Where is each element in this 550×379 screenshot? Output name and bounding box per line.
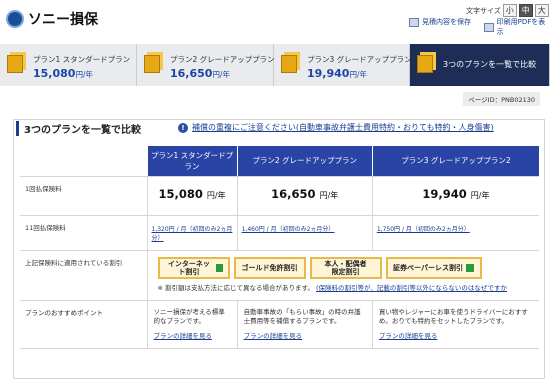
- tab-plan1-price: 15,080円/年: [33, 67, 93, 80]
- table-row: プランのおすすめポイント ソニー損保が考える標準的なプランです。 プランの詳細を見…: [20, 300, 539, 349]
- discount-label: 上記保険料に適用されている割引: [20, 250, 147, 301]
- recommend-text: 買い物やレジャーにお車を使うドライバーにおすすめ。おりても特約をセットしたプラン…: [373, 301, 539, 348]
- overlap-notice-text: 補償の重複にご注意ください(自動車事故弁護士費用特約・おりても特約・人身傷害): [192, 123, 494, 132]
- monthly-link[interactable]: 1,460円 / 月（初回のみ2ヵ月分）: [238, 216, 372, 241]
- annual-label: 1回払保険料: [20, 176, 147, 216]
- tab-plan2[interactable]: プラン2 グレードアッププラン 16,650円/年: [137, 44, 275, 86]
- recommend-text: 自動車事故の「もらい事故」の時の弁護士費用等を補償するプランです。 プランの詳細を…: [238, 301, 372, 348]
- save-quote-link[interactable]: 見積内容を保存: [409, 17, 471, 27]
- col-plan2: プラン2 グレードアッププラン: [236, 146, 373, 177]
- info-icon: !: [178, 122, 188, 133]
- print-icon: [484, 22, 494, 32]
- table-row: 1回払保険料 15,080 円/年 16,650 円/年 19,940 円/年: [20, 176, 539, 216]
- section-title: 3つのプランを一覧で比較: [16, 121, 141, 136]
- plan-detail-link[interactable]: プランの詳細を見る: [154, 332, 231, 341]
- site-header: ソニー損保 文字サイズ 小 中 大 見積内容を保存 印刷用PDFを表示: [0, 0, 550, 44]
- col-plan1: プラン1 スタンダードプラン: [146, 146, 238, 177]
- tab-plan3-price: 19,940円/年: [307, 67, 367, 80]
- tab-plan2-name: プラン2 グレードアッププラン: [170, 55, 275, 64]
- monthly-link[interactable]: 1,750円 / 月（初回のみ2ヵ月分）: [373, 216, 539, 241]
- tab-plan1[interactable]: プラン1 スタンダードプラン 15,080円/年: [0, 44, 137, 86]
- header-blank: [20, 146, 147, 177]
- font-size-medium-button[interactable]: 中: [518, 4, 533, 17]
- annual-price: 19,940 円/年: [422, 186, 490, 201]
- font-size-switcher: 文字サイズ 小 中 大: [466, 4, 549, 17]
- annual-price: 16,650 円/年: [271, 186, 339, 201]
- recommend-label: プランのおすすめポイント: [20, 300, 147, 349]
- font-size-small-button[interactable]: 小: [502, 4, 517, 17]
- eco-icon: [216, 263, 223, 272]
- compare-table: プラン1 スタンダードプラン プラン2 グレードアッププラン プラン3 グレード…: [20, 146, 539, 349]
- discount-badge: ゴールド免許割引: [233, 256, 306, 279]
- plan-detail-link[interactable]: プランの詳細を見る: [379, 332, 533, 341]
- document-icon: [417, 55, 433, 73]
- discount-badge: 証券ペーパーレス割引: [385, 256, 482, 279]
- eco-icon: [465, 263, 474, 272]
- overlap-notice-link[interactable]: ! 補償の重複にご注意ください(自動車事故弁護士費用特約・おりても特約・人身傷害…: [178, 122, 494, 133]
- print-pdf-link[interactable]: 印刷用PDFを表示: [484, 17, 550, 37]
- tab-plan3[interactable]: プラン3 グレードアッププラン2 19,940円/年: [274, 44, 416, 86]
- recommend-text: ソニー損保が考える標準的なプランです。 プランの詳細を見る: [148, 301, 237, 348]
- tab-plan1-name: プラン1 スタンダードプラン: [33, 55, 131, 64]
- logo-mark-icon: [6, 10, 24, 28]
- save-quote-label: 見積内容を保存: [422, 18, 471, 26]
- discount-badge: 本人・配偶者 限定割引: [309, 256, 382, 279]
- discount-faq-link[interactable]: (保険料の割引等が、記載の割引等以外にならないのはなぜですか: [316, 284, 507, 292]
- tab-plan2-price: 16,650円/年: [170, 67, 230, 80]
- col-plan3: プラン3 グレードアッププラン2: [371, 146, 539, 177]
- document-icon: [144, 55, 160, 73]
- tab-plan3-name: プラン3 グレードアッププラン2: [307, 55, 417, 64]
- discount-note: ※ 割引額は支払方法に応じて異なる場合があります。 (保険料の割引等が、記載の割…: [157, 283, 508, 292]
- tab-compare[interactable]: 3つのプランを一覧で比較: [410, 44, 550, 86]
- font-size-large-button[interactable]: 大: [534, 4, 549, 17]
- document-icon: [7, 55, 23, 73]
- logo-text: ソニー損保: [28, 12, 98, 28]
- save-icon: [409, 17, 419, 27]
- annual-price: 15,080 円/年: [158, 186, 226, 201]
- tab-compare-label: 3つのプランを一覧で比較: [443, 60, 537, 69]
- table-row: 11回払保険料 1,320円 / 月（初回のみ2ヵ月分） 1,460円 / 月（…: [20, 215, 539, 251]
- monthly-label: 11回払保険料: [20, 215, 147, 251]
- print-pdf-label: 印刷用PDFを表示: [496, 18, 546, 36]
- font-size-label: 文字サイズ: [466, 6, 501, 15]
- plan-tabs: プラン1 スタンダードプラン 15,080円/年 プラン2 グレードアッププラン…: [0, 44, 550, 86]
- plan-detail-link[interactable]: プランの詳細を見る: [244, 332, 366, 341]
- monthly-link[interactable]: 1,320円 / 月（初回のみ2ヵ月分）: [148, 216, 237, 250]
- document-icon: [281, 55, 297, 73]
- page-id: ページID：PNB02130: [463, 92, 540, 106]
- logo[interactable]: ソニー損保: [6, 9, 98, 29]
- table-row: 上記保険料に適用されている割引 インターネット割引 ゴールド免許割引 本人・配偶…: [20, 250, 539, 301]
- discount-badge: インターネット割引: [157, 256, 230, 279]
